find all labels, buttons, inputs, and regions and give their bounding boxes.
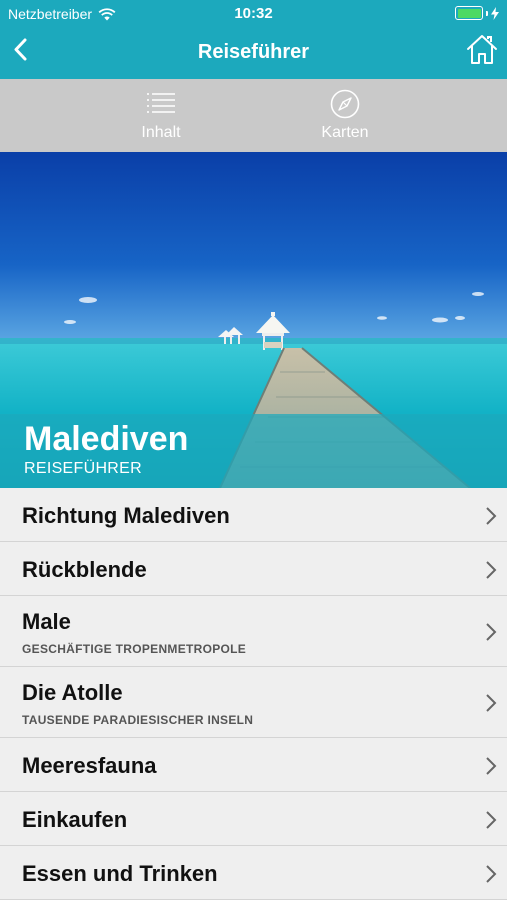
status-time: 10:32 [234, 5, 273, 22]
list-item-rueckblende[interactable]: Rückblende [0, 542, 507, 596]
hero-subtitle: REISEFÜHRER [24, 460, 142, 477]
list-item-title: Richtung Malediven [22, 503, 230, 528]
chevron-right-icon [486, 865, 497, 883]
list-item-einkaufen[interactable]: Einkaufen [0, 792, 507, 846]
hero-banner[interactable]: Malediven REISEFÜHRER [0, 152, 507, 488]
list-item-die-atolle[interactable]: Die Atolle TAUSENDE PARADIESISCHER INSEL… [0, 667, 507, 738]
list-item-subtitle: GESCHÄFTIGE TROPENMETROPOLE [22, 642, 247, 656]
chevron-right-icon [486, 694, 497, 712]
chevron-right-icon [486, 561, 497, 579]
contents-list: Richtung Malediven Rückblende Male GESCH… [0, 488, 507, 900]
chevron-right-icon [486, 507, 497, 525]
tab-toolbar: Inhalt Karten [0, 79, 507, 152]
list-item-title: Male [22, 609, 71, 634]
page-title: Reiseführer [197, 41, 310, 63]
list-item-title: Rückblende [22, 557, 147, 582]
home-icon [467, 35, 497, 64]
nav-bar: Reiseführer [0, 28, 507, 79]
list-item-subtitle: TAUSENDE PARADIESISCHER INSELN [22, 713, 254, 727]
battery-icon [455, 6, 499, 20]
chevron-right-icon [486, 757, 497, 775]
list-item-essen-und-trinken[interactable]: Essen und Trinken [0, 846, 507, 900]
tab-karten-label: Karten [321, 124, 369, 141]
list-item-male[interactable]: Male GESCHÄFTIGE TROPENMETROPOLE [0, 596, 507, 667]
status-bar: Netzbetreiber 10:32 [0, 0, 507, 28]
top-bar: Netzbetreiber 10:32 Reiseführer [0, 0, 507, 79]
list-item-title: Die Atolle [22, 680, 123, 705]
list-item-title: Einkaufen [22, 807, 128, 832]
home-button[interactable] [465, 32, 499, 66]
list-item-richtung-malediven[interactable]: Richtung Malediven [0, 488, 507, 542]
compass-icon [330, 89, 360, 119]
tab-inhalt[interactable]: Inhalt [101, 79, 221, 152]
bolt-icon [491, 6, 499, 20]
chevron-right-icon [486, 623, 497, 641]
list-item-meeresfauna[interactable]: Meeresfauna [0, 738, 507, 792]
tab-karten[interactable]: Karten [285, 79, 405, 152]
tab-inhalt-label: Inhalt [141, 124, 181, 141]
chevron-right-icon [486, 811, 497, 829]
hero-title: Malediven [24, 420, 189, 458]
list-item-title: Meeresfauna [22, 753, 157, 778]
list-icon [147, 93, 175, 113]
list-item-title: Essen und Trinken [22, 861, 218, 886]
